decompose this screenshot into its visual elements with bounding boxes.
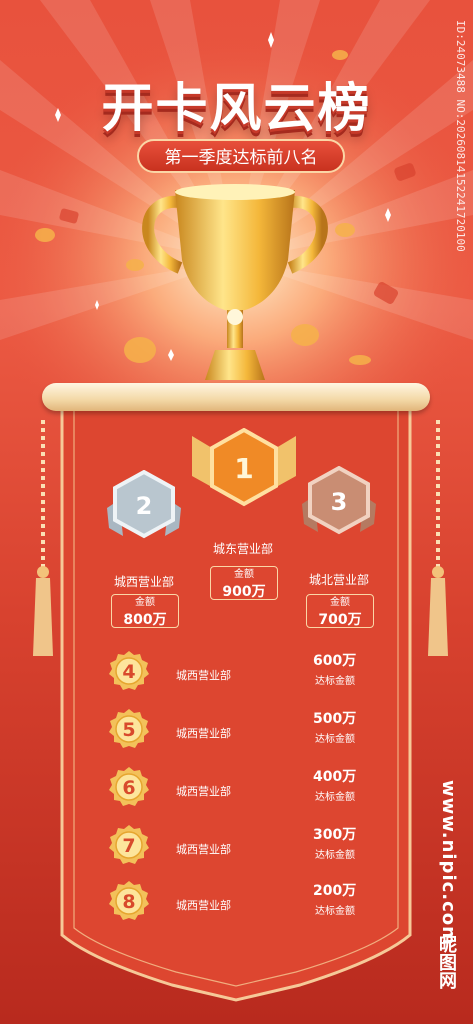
second-amount: 800万: [123, 612, 167, 628]
list-item: 4 城西营业部 600万 达标金额: [108, 648, 368, 696]
watermark-id: ID:24073488 NO:20260814152241720100: [454, 20, 467, 252]
scroll-rod: [42, 383, 430, 411]
row-amount: 400万: [313, 769, 357, 785]
row-dept: 城西营业部: [176, 843, 231, 856]
third-dept: 城北营业部: [308, 573, 369, 587]
second-dept: 城西营业部: [113, 575, 174, 589]
silver-rank-number: 2: [136, 492, 153, 520]
row-amount-label: 达标金额: [315, 850, 355, 861]
rank-badge-icon: 7: [109, 825, 149, 864]
row-amount: 500万: [313, 711, 357, 727]
third-amount-label: 金额: [330, 597, 350, 608]
row-amount: 300万: [313, 827, 357, 843]
watermark-site: www.nipic.com: [438, 780, 459, 946]
third-amount-box: 金额 700万: [306, 594, 374, 628]
row-dept: 城西营业部: [176, 669, 231, 682]
list-item: 6 城西营业部 400万 达标金额: [108, 764, 368, 812]
trophy-icon: [142, 184, 328, 380]
row-amount: 600万: [313, 653, 357, 669]
row-dept: 城西营业部: [176, 899, 231, 912]
gold-rank-number: 1: [234, 452, 253, 485]
row-amount: 200万: [313, 883, 357, 899]
row-amount-label: 达标金额: [315, 792, 355, 803]
second-amount-label: 金额: [135, 597, 155, 608]
watermark-logo: 昵图网: [436, 935, 457, 989]
row-amount-label: 达标金额: [315, 676, 355, 687]
list-item: 8 城西营业部 200万 达标金额: [108, 878, 368, 926]
row-amount-label: 达标金额: [315, 906, 355, 917]
first-amount: 900万: [222, 584, 266, 600]
rank-badge-icon: 4: [109, 651, 149, 690]
first-dept: 城东营业部: [212, 542, 273, 556]
svg-text:8: 8: [122, 891, 135, 913]
subtitle-pill: 第一季度达标前八名: [137, 139, 345, 173]
svg-text:6: 6: [122, 777, 135, 799]
row-dept: 城西营业部: [176, 785, 231, 798]
svg-text:5: 5: [122, 719, 135, 741]
list-item: 7 城西营业部 300万 达标金额: [108, 822, 368, 870]
svg-text:7: 7: [122, 835, 135, 857]
silver-medal-icon: 2: [107, 470, 181, 539]
bronze-rank-number: 3: [331, 488, 348, 516]
svg-text:4: 4: [122, 661, 135, 683]
row-amount-label: 达标金额: [315, 734, 355, 745]
gold-medal-icon: 1: [192, 428, 296, 507]
list-item: 5 城西营业部 500万 达标金额: [108, 706, 368, 754]
rank-badge-icon: 8: [109, 881, 149, 920]
third-amount: 700万: [318, 612, 362, 628]
row-dept: 城西营业部: [176, 727, 231, 740]
right-tassel-icon: [428, 420, 448, 656]
first-amount-box: 金额 900万: [210, 566, 278, 600]
rank-badge-icon: 6: [109, 767, 149, 806]
page-title: 开卡风云榜: [101, 79, 372, 139]
second-amount-box: 金额 800万: [111, 594, 179, 628]
bronze-medal-icon: 3: [302, 466, 376, 535]
left-tassel-icon: [33, 420, 53, 656]
first-amount-label: 金额: [234, 569, 254, 580]
rank-badge-icon: 5: [109, 709, 149, 748]
